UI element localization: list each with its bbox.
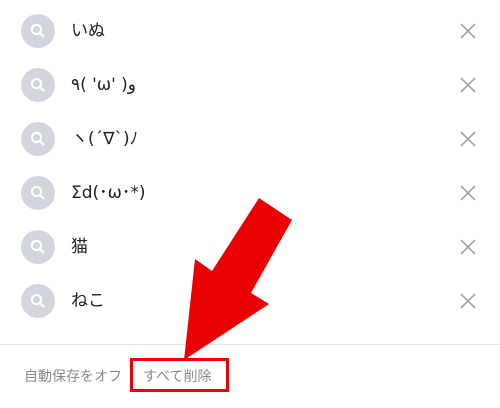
history-item[interactable]: 猫 <box>0 220 500 274</box>
search-history-list: いぬ ٩( 'ω' )و ヽ(´∇`)ﾉ Σd(･ω･*) 猫 ねこ <box>0 0 500 344</box>
search-icon <box>21 122 55 156</box>
search-icon <box>21 68 55 102</box>
history-item[interactable]: Σd(･ω･*) <box>0 166 500 220</box>
history-item[interactable]: ヽ(´∇`)ﾉ <box>0 112 500 166</box>
close-icon[interactable] <box>455 180 481 206</box>
search-icon <box>21 230 55 264</box>
search-icon <box>21 14 55 48</box>
close-icon[interactable] <box>455 72 481 98</box>
history-item-label: ねこ <box>71 291 105 311</box>
history-item-label: いぬ <box>71 21 105 41</box>
history-item-label: ٩( 'ω' )و <box>71 75 137 95</box>
history-item-label: ヽ(´∇`)ﾉ <box>71 129 139 149</box>
close-icon[interactable] <box>455 234 481 260</box>
search-icon <box>21 176 55 210</box>
close-icon[interactable] <box>455 288 481 314</box>
highlight-box <box>130 358 229 392</box>
footer-divider <box>0 344 500 345</box>
history-item[interactable]: ٩( 'ω' )و <box>0 58 500 112</box>
close-icon[interactable] <box>455 126 481 152</box>
autosave-off-button[interactable]: 自動保存をオフ <box>24 365 122 389</box>
close-icon[interactable] <box>455 18 481 44</box>
history-item-label: 猫 <box>71 237 88 257</box>
history-item[interactable]: ねこ <box>0 274 500 328</box>
history-item-label: Σd(･ω･*) <box>71 183 146 203</box>
search-icon <box>21 284 55 318</box>
history-item[interactable]: いぬ <box>0 4 500 58</box>
